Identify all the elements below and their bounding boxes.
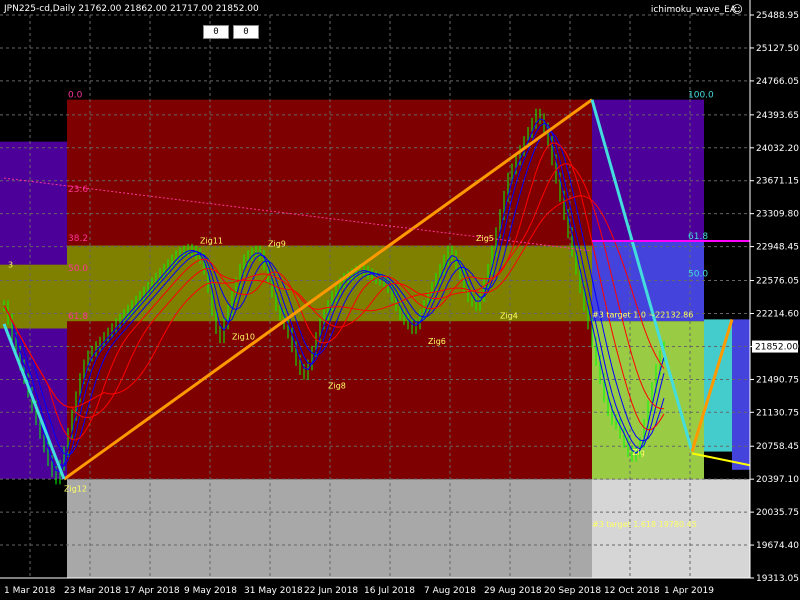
ytick-label-6: 23309.80	[756, 210, 799, 220]
xtick-label-8: 29 Aug 2018	[484, 586, 542, 596]
left-zone-olive	[0, 264, 70, 329]
zig-label-3: Zig10	[232, 332, 255, 341]
annotation-0: 3	[8, 260, 13, 269]
counter-button-1[interactable]: 0	[203, 25, 229, 39]
fib-label-3: 50.0	[68, 264, 88, 274]
xtick-label-3: 9 May 2018	[184, 586, 237, 596]
ytick-label-5: 23671.15	[756, 177, 799, 187]
zig-label-0: Zig11	[200, 237, 223, 246]
xtick-label-0: 1 Mar 2018	[4, 586, 56, 596]
fib-label-2: 38.2	[68, 234, 88, 244]
ytick-label-13: 20758.45	[756, 442, 799, 452]
fib-label-1: 23.6	[68, 185, 88, 195]
symbol-header: JPN225-cd,Daily 21762.00 21862.00 21717.…	[4, 4, 259, 14]
fib-label-0: 0.0	[68, 91, 83, 101]
fibonacci-zones	[0, 99, 750, 578]
xtick-label-1: 23 Mar 2018	[64, 586, 121, 596]
fib-label-4: 61.8	[68, 312, 88, 322]
xtick-label-7: 7 Aug 2018	[424, 586, 476, 596]
right-zone-purple	[592, 99, 704, 242]
ytick-label-8: 22576.05	[756, 277, 799, 287]
xtick-label-5: 22 Jun 2018	[304, 586, 358, 596]
xtick-label-6: 16 Jul 2018	[364, 586, 415, 596]
xtick-label-11: 1 Apr 2019	[664, 586, 714, 596]
ytick-label-9: 22214.60	[756, 309, 799, 319]
xtick-label-10: 12 Oct 2018	[604, 586, 660, 596]
smiley-icon: ☺	[731, 3, 743, 16]
annotation-1: #3 target 1.0 ~22132.86	[592, 311, 693, 320]
last-price-label: 21852.00	[755, 343, 798, 353]
zig-label-7: Zig12	[64, 485, 87, 494]
ytick-label-0: 25488.95	[756, 11, 799, 21]
counter-button-2[interactable]: 0	[233, 25, 259, 39]
ytick-label-14: 20397.10	[756, 475, 799, 485]
xtick-label-9: 20 Sep 2018	[544, 586, 601, 596]
right-fib-label-0: 100.0	[688, 91, 714, 101]
chart-canvas: 0.0 23.6 38.2 50.0 61.8 100.0 61.8 50.0 Zig11 Zig…	[0, 0, 800, 600]
ytick-label-3: 24393.65	[756, 111, 799, 121]
ytick-label-16: 19674.40	[756, 541, 799, 551]
zig-label-4: Zig4	[500, 311, 518, 320]
ytick-label-11: 21490.75	[756, 375, 799, 385]
zig-label-1: Zig9	[268, 239, 286, 248]
zig-label-5: Zig8	[328, 382, 346, 391]
zig-label-8: Zig	[632, 448, 645, 457]
right-zone-blue-2	[732, 319, 750, 470]
zig-label-2: Zig5	[476, 234, 494, 243]
right-fib-label-2: 50.0	[688, 269, 708, 279]
annotation-2: #3 target 1.618 19780.45	[592, 520, 697, 529]
ytick-label-2: 24766.05	[756, 77, 799, 87]
ytick-label-15: 20035.75	[756, 508, 799, 518]
xtick-label-2: 17 Apr 2018	[124, 586, 180, 596]
right-zone-green	[592, 321, 704, 480]
ytick-label-17: 19313.05	[756, 574, 799, 584]
zig-label-6: Zig6	[428, 337, 446, 346]
xtick-label-4: 31 May 2018	[244, 586, 303, 596]
ytick-label-7: 22948.45	[756, 243, 799, 253]
ytick-label-1: 25127.50	[756, 44, 799, 54]
right-zone-cyan	[704, 319, 732, 452]
right-zone-blue	[592, 241, 704, 322]
ea-name-label: ichimoku_wave_EA	[650, 5, 736, 15]
ytick-label-12: 21130.75	[756, 408, 799, 418]
right-fib-label-1: 61.8	[688, 232, 708, 242]
ytick-label-4: 24032.20	[756, 144, 799, 154]
